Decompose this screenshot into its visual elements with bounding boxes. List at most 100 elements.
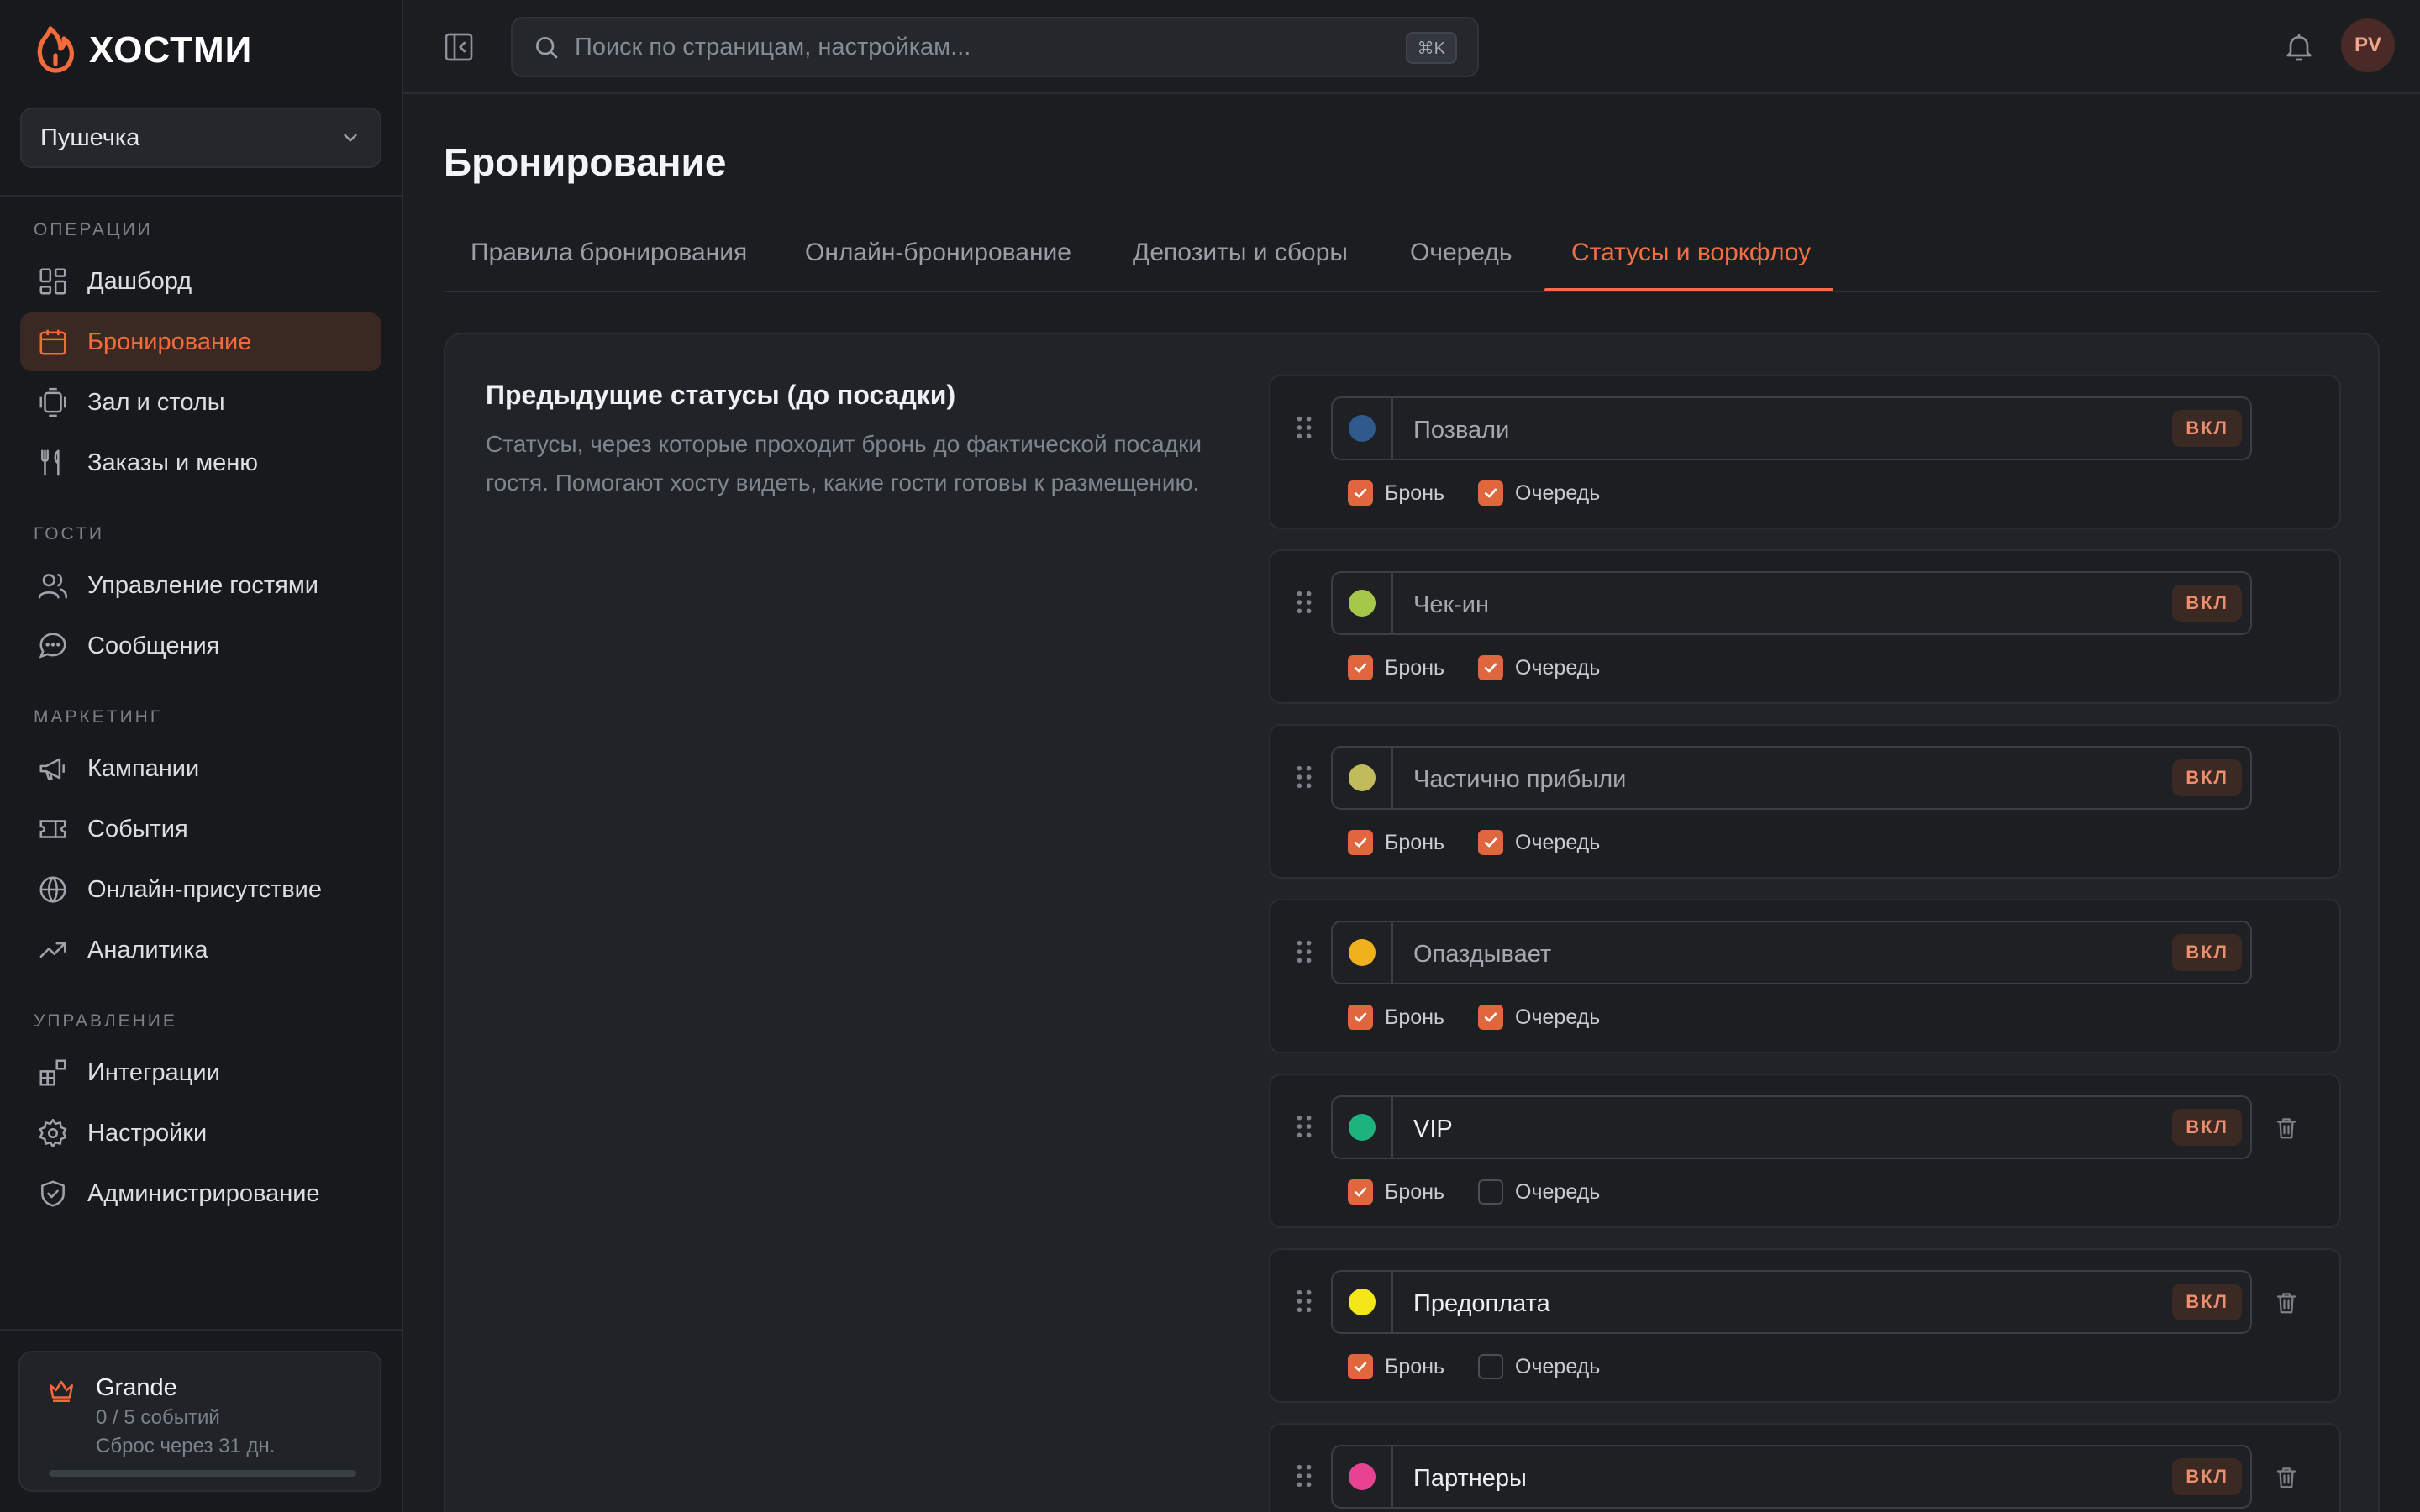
nav-item-guests[interactable]: Управление гостями xyxy=(20,556,381,615)
nav-item-administration[interactable]: Администрирование xyxy=(20,1164,381,1223)
status-name-field[interactable]: Предоплата ВКЛ xyxy=(1331,1270,2252,1334)
nav-label: Онлайн-присутствие xyxy=(87,875,322,903)
nav-item-integrations[interactable]: Интеграции xyxy=(20,1043,381,1102)
trash-icon[interactable] xyxy=(2274,1463,2299,1492)
nav-item-booking[interactable]: Бронирование xyxy=(20,312,381,371)
drag-handle-icon[interactable] xyxy=(1294,1114,1314,1139)
queue-checkbox[interactable] xyxy=(1478,1354,1504,1379)
nav-label: Бронирование xyxy=(87,328,252,355)
color-picker-button[interactable] xyxy=(1333,922,1393,983)
nav-item-messages[interactable]: Сообщения xyxy=(20,617,381,675)
plan-card[interactable]: Grande 0 / 5 событий Сброс через 31 дн. xyxy=(18,1351,381,1492)
calendar-icon xyxy=(39,329,66,355)
nav-item-dashboard[interactable]: Дашборд xyxy=(20,252,381,311)
status-enabled-toggle[interactable]: ВКЛ xyxy=(2172,1284,2242,1320)
chevron-down-icon xyxy=(344,134,357,142)
drag-handle-icon[interactable] xyxy=(1294,764,1314,790)
nav-item-analytics[interactable]: Аналитика xyxy=(20,921,381,979)
status-name-field[interactable]: Позвали ВКЛ xyxy=(1331,396,2252,460)
queue-checkbox[interactable] xyxy=(1478,1179,1504,1205)
status-row: Предоплата ВКЛ Бронь Очередь xyxy=(1269,1248,2341,1403)
status-enabled-toggle[interactable]: ВКЛ xyxy=(2172,759,2242,796)
user-avatar[interactable]: PV xyxy=(2341,18,2395,72)
queue-checkbox-label: Очередь xyxy=(1515,655,1601,680)
nav-item-settings[interactable]: Настройки xyxy=(20,1104,381,1163)
status-name-field[interactable]: Чек-ин ВКЛ xyxy=(1331,571,2252,635)
nav-label: Настройки xyxy=(87,1119,208,1147)
status-enabled-toggle[interactable]: ВКЛ xyxy=(2172,410,2242,447)
nav-item-tables[interactable]: Зал и столы xyxy=(20,373,381,432)
booking-checkbox-label: Бронь xyxy=(1385,655,1445,680)
status-name: VIP xyxy=(1413,1116,1453,1142)
booking-checkbox-label: Бронь xyxy=(1385,1005,1445,1029)
color-picker-button[interactable] xyxy=(1333,1272,1393,1332)
nav-item-events[interactable]: События xyxy=(20,800,381,858)
drag-handle-icon[interactable] xyxy=(1294,590,1314,615)
sidebar-toggle-icon[interactable] xyxy=(442,30,476,64)
brand-logo[interactable]: ХОСТМИ xyxy=(34,25,252,76)
nav-label: Зал и столы xyxy=(87,388,225,416)
search-input[interactable] xyxy=(575,33,1381,61)
status-enabled-toggle[interactable]: ВКЛ xyxy=(2172,934,2242,971)
tab-deposits[interactable]: Депозиты и сборы xyxy=(1133,239,1348,267)
drag-handle-icon[interactable] xyxy=(1294,1463,1314,1488)
status-row: VIP ВКЛ Бронь Очередь xyxy=(1269,1074,2341,1228)
drag-handle-icon[interactable] xyxy=(1294,415,1314,440)
statuses-card: Предыдущие статусы (до посадки) Статусы,… xyxy=(444,333,2380,1512)
booking-checkbox[interactable] xyxy=(1348,1179,1373,1205)
chat-icon xyxy=(39,633,66,659)
tab-online-booking[interactable]: Онлайн-бронирование xyxy=(805,239,1071,267)
color-picker-button[interactable] xyxy=(1333,398,1393,459)
booking-checkbox[interactable] xyxy=(1348,655,1373,680)
status-name-field[interactable]: Опаздывает ВКЛ xyxy=(1331,921,2252,984)
status-color-dot xyxy=(1349,1114,1376,1141)
status-enabled-toggle[interactable]: ВКЛ xyxy=(2172,1458,2242,1495)
search-bar[interactable]: ⌘K xyxy=(511,17,1479,77)
booking-checkbox[interactable] xyxy=(1348,480,1373,506)
status-name: Чек-ин xyxy=(1413,591,1490,618)
drag-handle-icon[interactable] xyxy=(1294,1289,1314,1314)
nav-label: Сообщения xyxy=(87,632,220,659)
queue-checkbox[interactable] xyxy=(1478,655,1504,680)
tab-booking-rules[interactable]: Правила бронирования xyxy=(471,239,747,267)
queue-checkbox[interactable] xyxy=(1478,1005,1504,1030)
booking-checkbox-label: Бронь xyxy=(1385,480,1445,505)
color-picker-button[interactable] xyxy=(1333,1097,1393,1158)
color-picker-button[interactable] xyxy=(1333,1446,1393,1507)
tab-queue[interactable]: Очередь xyxy=(1410,239,1512,267)
trash-icon[interactable] xyxy=(2274,1114,2299,1142)
status-scope-checkboxes: Бронь Очередь xyxy=(1348,1354,1634,1379)
status-name-field[interactable]: VIP ВКЛ xyxy=(1331,1095,2252,1159)
flame-logo-icon xyxy=(37,26,74,73)
status-enabled-toggle[interactable]: ВКЛ xyxy=(2172,1109,2242,1146)
shield-icon xyxy=(41,1180,65,1207)
plan-usage: 0 / 5 событий xyxy=(96,1406,220,1429)
drag-handle-icon[interactable] xyxy=(1294,939,1314,964)
color-picker-button[interactable] xyxy=(1333,573,1393,633)
trash-icon[interactable] xyxy=(2274,1289,2299,1317)
queue-checkbox[interactable] xyxy=(1478,480,1504,506)
status-name-field[interactable]: Частично прибыли ВКЛ xyxy=(1331,746,2252,810)
queue-checkbox-label: Очередь xyxy=(1515,1354,1601,1378)
tab-statuses-workflow[interactable]: Статусы и воркфлоу xyxy=(1571,239,1811,267)
status-enabled-toggle[interactable]: ВКЛ xyxy=(2172,585,2242,622)
nav-item-online-presence[interactable]: Онлайн-присутствие xyxy=(20,860,381,919)
nav-item-orders[interactable]: Заказы и меню xyxy=(20,433,381,492)
bell-icon[interactable] xyxy=(2282,30,2316,64)
status-name-field[interactable]: Партнеры ВКЛ xyxy=(1331,1445,2252,1509)
sidebar-divider xyxy=(0,195,402,197)
booking-checkbox[interactable] xyxy=(1348,1005,1373,1030)
booking-checkbox-label: Бронь xyxy=(1385,1179,1445,1204)
booking-checkbox-label: Бронь xyxy=(1385,1354,1445,1378)
search-shortcut: ⌘K xyxy=(1405,32,1457,64)
nav-label: Дашборд xyxy=(87,267,192,295)
status-name: Опаздывает xyxy=(1413,941,1552,968)
booking-checkbox[interactable] xyxy=(1348,1354,1373,1379)
status-color-dot xyxy=(1349,590,1376,617)
plan-progress-bar xyxy=(49,1470,356,1477)
queue-checkbox[interactable] xyxy=(1478,830,1504,855)
nav-item-campaigns[interactable]: Кампании xyxy=(20,739,381,798)
venue-selector[interactable]: Пушечка xyxy=(20,108,381,168)
booking-checkbox[interactable] xyxy=(1348,830,1373,855)
color-picker-button[interactable] xyxy=(1333,748,1393,808)
